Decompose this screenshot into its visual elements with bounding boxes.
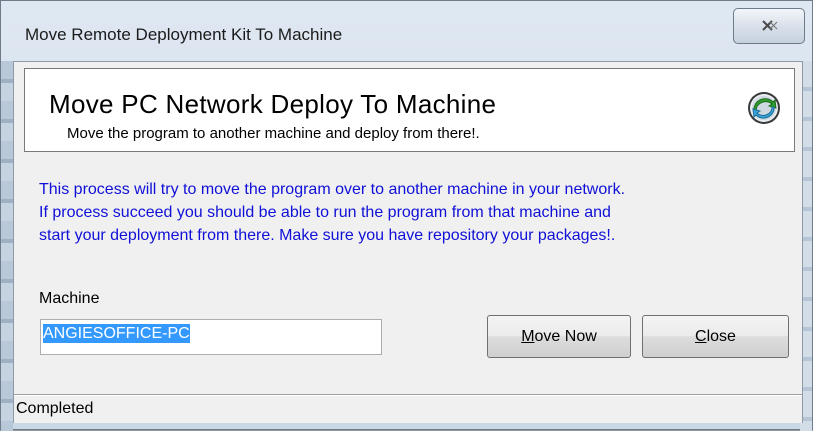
info-line: start your deployment from there. Make s…: [39, 227, 616, 244]
green-arrow-refresh-icon: [748, 92, 780, 124]
status-divider: [14, 395, 802, 396]
machine-name-input[interactable]: ANGIESOFFICE-PC: [40, 319, 382, 355]
info-message: This process will try to move the progra…: [39, 178, 799, 247]
info-line: This process will try to move the progra…: [39, 181, 626, 198]
close-label: lose: [706, 328, 736, 345]
move-now-label: ove Now: [534, 328, 597, 345]
dialog-heading: Move PC Network Deploy To Machine: [49, 89, 497, 119]
move-now-button[interactable]: Move Now: [487, 315, 631, 358]
machine-name-value: ANGIESOFFICE-PC: [43, 324, 190, 343]
close-mnemonic: C: [695, 328, 707, 345]
dialog-client-area: Move PC Network Deploy To Machine Move t…: [13, 61, 803, 423]
status-text: Completed: [16, 400, 94, 417]
window-title: Move Remote Deployment Kit To Machine: [25, 25, 343, 44]
close-button[interactable]: Close: [642, 315, 789, 358]
window-close-button[interactable]: [733, 8, 805, 44]
dialog-header-panel: Move PC Network Deploy To Machine Move t…: [24, 68, 795, 152]
machine-label: Machine: [39, 290, 100, 307]
window-left-border: [1, 61, 13, 431]
close-icon: [762, 20, 778, 31]
window-frame: Move Remote Deployment Kit To Machine Mo…: [0, 0, 813, 431]
dialog-subheading: Move the program to another machine and …: [67, 125, 480, 142]
title-bar[interactable]: Move Remote Deployment Kit To Machine: [1, 1, 813, 59]
info-line: If process succeed you should be able to…: [39, 204, 611, 221]
status-bar: Completed: [14, 394, 802, 423]
move-now-mnemonic: M: [521, 328, 535, 345]
